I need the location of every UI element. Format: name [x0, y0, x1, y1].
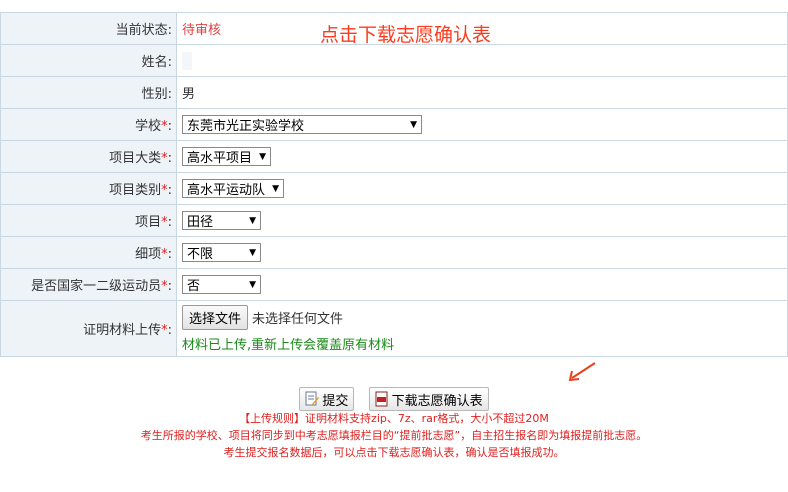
status-value: 待审核 — [182, 23, 222, 38]
gender-row: 性别: 男 — [0, 76, 788, 109]
document-edit-icon — [305, 391, 320, 406]
athlete-row: 是否国家一二级运动员*: 否 ▼ — [0, 268, 788, 301]
gender-label: 性别: — [0, 76, 177, 109]
category-select[interactable]: 高水平项目 ▼ — [182, 147, 271, 166]
rules-line: 考生所报的学校、项目将同步到中考志愿填报栏目的“提前批志愿”，自主招生报名即为填… — [140, 429, 648, 442]
type-row: 项目类别*: 高水平运动队 ▼ — [0, 172, 788, 205]
school-label: 学校*: — [0, 108, 177, 141]
uploaded-note: 材料已上传,重新上传会覆盖原有材料 — [182, 337, 395, 353]
subitem-select[interactable]: 不限 ▼ — [182, 243, 261, 262]
type-label: 项目类别*: — [0, 172, 177, 205]
no-file-text: 未选择任何文件 — [252, 311, 344, 327]
rules-line: 考生提交报名数据后，可以点击下载志愿确认表，确认是否填报成功。 — [223, 446, 565, 459]
name-label: 姓名: — [0, 44, 177, 77]
download-confirmation-link[interactable]: 点击下载志愿确认表 — [320, 20, 491, 47]
upload-label: 证明材料上传*: — [0, 300, 177, 357]
upload-row: 证明材料上传*: 选择文件 未选择任何文件 材料已上传,重新上传会覆盖原有材料 — [0, 300, 788, 357]
school-select[interactable]: 东莞市光正实验学校 ▼ — [182, 115, 422, 134]
chevron-down-icon: ▼ — [410, 119, 417, 130]
upload-rules: 【上传规则】证明材料支持zip、7z、rar格式，大小不超过20M 考生所报的学… — [0, 410, 788, 461]
type-select[interactable]: 高水平运动队 ▼ — [182, 179, 284, 198]
pdf-icon — [375, 391, 388, 407]
chevron-down-icon: ▼ — [259, 151, 266, 162]
project-row: 项目*: 田径 ▼ — [0, 204, 788, 237]
action-bar: 提交 下载志愿确认表 — [0, 387, 788, 411]
chevron-down-icon: ▼ — [249, 215, 256, 226]
subitem-row: 细项*: 不限 ▼ — [0, 236, 788, 269]
chevron-down-icon: ▼ — [249, 279, 256, 290]
category-label: 项目大类*: — [0, 140, 177, 173]
chevron-down-icon: ▼ — [249, 247, 256, 258]
download-confirmation-label: 下载志愿确认表 — [391, 393, 483, 409]
submit-button[interactable]: 提交 — [299, 387, 355, 411]
download-confirmation-button[interactable]: 下载志愿确认表 — [368, 387, 489, 411]
category-row: 项目大类*: 高水平项目 ▼ — [0, 140, 788, 173]
status-label: 当前状态: — [0, 12, 177, 45]
red-arrow-icon — [568, 362, 596, 382]
submit-label: 提交 — [322, 393, 349, 409]
chevron-down-icon: ▼ — [272, 183, 279, 194]
project-label: 项目*: — [0, 204, 177, 237]
athlete-label: 是否国家一二级运动员*: — [0, 268, 177, 301]
athlete-select[interactable]: 否 ▼ — [182, 275, 261, 294]
choose-file-button[interactable]: 选择文件 — [182, 304, 249, 330]
registration-form: 当前状态: 待审核 姓名: 性别: 男 学校*: 东莞市光正实验学校 ▼ 项目大类… — [0, 12, 788, 357]
name-value — [182, 51, 192, 70]
school-row: 学校*: 东莞市光正实验学校 ▼ — [0, 108, 788, 141]
subitem-label: 细项*: — [0, 236, 177, 269]
gender-value: 男 — [182, 87, 196, 102]
project-select[interactable]: 田径 ▼ — [182, 211, 261, 230]
rules-line: 【上传规则】证明材料支持zip、7z、rar格式，大小不超过20M — [239, 412, 549, 425]
name-row: 姓名: — [0, 44, 788, 77]
